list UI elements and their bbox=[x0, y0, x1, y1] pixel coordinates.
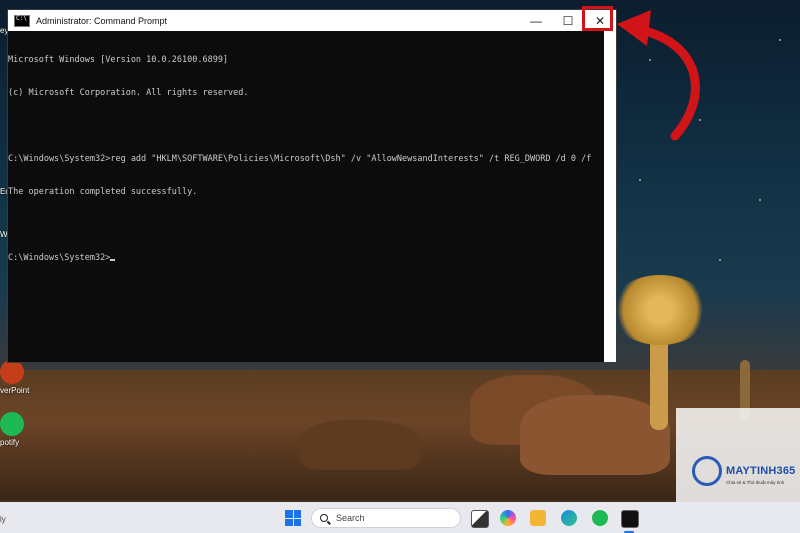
arrow-shaft bbox=[640, 26, 700, 141]
window-titlebar[interactable]: Administrator: Command Prompt — ☐ ✕ bbox=[8, 10, 616, 31]
watermark-brand: MAYTINH365 bbox=[726, 465, 796, 477]
windows-logo-icon bbox=[293, 518, 301, 526]
console-line: (c) Microsoft Corporation. All rights re… bbox=[8, 88, 249, 98]
rock bbox=[520, 395, 670, 475]
spotify-icon bbox=[0, 412, 24, 436]
task-view-icon[interactable] bbox=[471, 510, 489, 528]
watermark-tagline: Chia sẻ & Thủ thuật máy tính bbox=[726, 480, 785, 485]
copilot-icon[interactable] bbox=[500, 510, 516, 526]
minimize-icon: — bbox=[530, 13, 542, 28]
command-prompt-icon bbox=[14, 14, 30, 27]
search-placeholder: Search bbox=[336, 513, 365, 523]
red-arrow-annotation bbox=[617, 10, 700, 141]
desktop-icon-powerpoint[interactable]: verPoint bbox=[0, 360, 34, 395]
quiver-tree-crown bbox=[610, 275, 710, 345]
command-prompt-icon[interactable] bbox=[621, 510, 639, 528]
console-prompt: C:\Windows\System32> bbox=[8, 253, 111, 263]
maximize-button[interactable]: ☐ bbox=[552, 10, 584, 31]
console-line: The operation completed successfully. bbox=[8, 187, 198, 197]
taskbar-search[interactable]: Search bbox=[311, 508, 461, 528]
desktop-icon-label: potify bbox=[0, 438, 20, 447]
console-line: Microsoft Windows [Version 10.0.26100.68… bbox=[8, 55, 229, 65]
minimize-button[interactable]: — bbox=[520, 10, 552, 31]
search-icon bbox=[320, 514, 328, 522]
text-cursor bbox=[110, 259, 116, 261]
start-button[interactable] bbox=[285, 510, 301, 526]
command-prompt-window[interactable]: Administrator: Command Prompt — ☐ ✕ Micr… bbox=[7, 9, 617, 363]
desktop-icon-label: verPoint bbox=[0, 386, 30, 395]
windows-logo-icon bbox=[285, 510, 293, 518]
windows-logo-icon bbox=[293, 510, 301, 518]
console-output[interactable]: Microsoft Windows [Version 10.0.26100.68… bbox=[8, 31, 616, 286]
edge-icon[interactable] bbox=[561, 510, 577, 526]
maximize-icon: ☐ bbox=[562, 13, 574, 28]
taskbar-widget-text[interactable]: ly bbox=[0, 515, 6, 524]
windows-logo-icon bbox=[285, 518, 293, 526]
console-prompt-line: C:\Windows\System32> bbox=[8, 253, 616, 264]
maytinh365-logo-icon bbox=[692, 456, 722, 486]
desktop-icon-spotify[interactable]: potify bbox=[0, 412, 34, 447]
powerpoint-icon bbox=[0, 360, 24, 384]
window-title: Administrator: Command Prompt bbox=[36, 15, 168, 26]
console-line: C:\Windows\System32>reg add "HKLM\SOFTWA… bbox=[8, 154, 592, 164]
taskbar: ly Search bbox=[0, 502, 800, 533]
rock bbox=[300, 420, 420, 470]
file-explorer-icon[interactable] bbox=[530, 510, 546, 526]
arrow-head bbox=[617, 10, 651, 46]
close-button-highlight bbox=[582, 6, 613, 31]
spotify-icon[interactable] bbox=[592, 510, 608, 526]
